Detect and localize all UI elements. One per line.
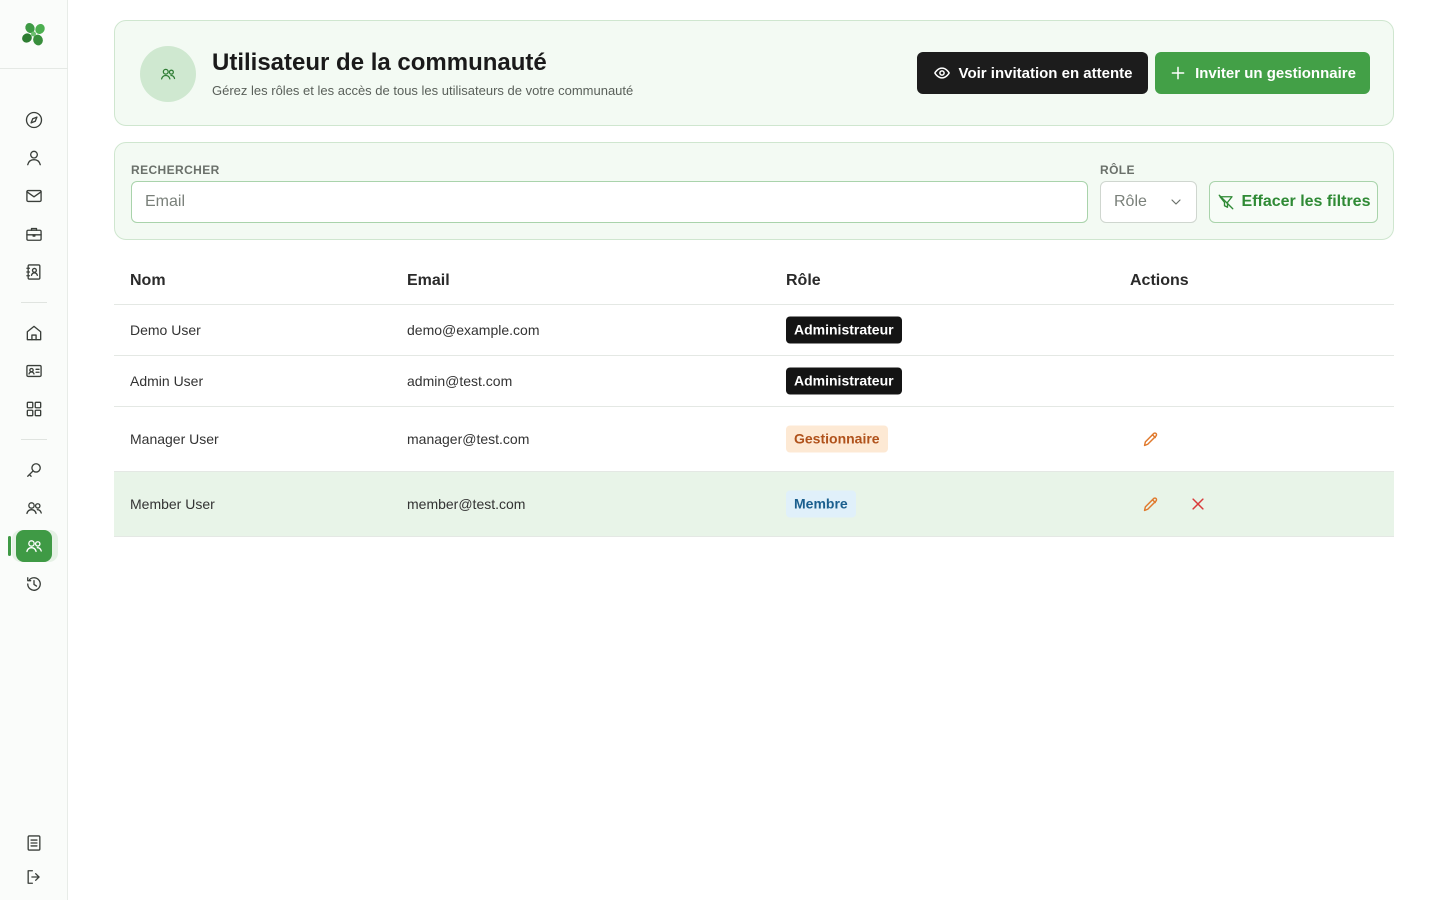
- remove-user-button[interactable]: [1187, 493, 1209, 515]
- sidebar-item-logout[interactable]: [14, 861, 54, 893]
- sidebar-item-history[interactable]: [14, 568, 54, 600]
- edit-icon: [1143, 496, 1157, 511]
- column-header-actions: Actions: [1130, 272, 1189, 289]
- invite-manager-button[interactable]: Inviter un gestionnaire: [1155, 52, 1370, 94]
- logout-icon: [27, 870, 40, 884]
- clear-filters-label: Effacer les filtres: [1241, 193, 1371, 210]
- sidebar-item-community-users[interactable]: [16, 530, 52, 562]
- role-badge: Administrateur: [786, 367, 902, 395]
- compass-icon: [25, 111, 43, 129]
- view-pending-invitations-button[interactable]: Voir invitation en attente: [917, 52, 1148, 94]
- user-icon: [27, 150, 41, 166]
- briefcase-icon: [26, 227, 42, 241]
- sidebar-active-indicator: [8, 536, 11, 556]
- history-icon: [27, 577, 41, 591]
- view-pending-label: Voir invitation en attente: [958, 64, 1133, 82]
- role-badge: Gestionnaire: [786, 425, 888, 453]
- role-label: RÔLE: [1100, 163, 1135, 177]
- contact-book-icon: [26, 264, 41, 280]
- table-row: Manager User manager@test.com Gestionnai…: [114, 407, 1394, 472]
- plus-icon: [1171, 66, 1185, 80]
- edit-user-button[interactable]: [1139, 493, 1161, 515]
- sidebar-item-members-card[interactable]: [14, 355, 54, 387]
- edit-user-button[interactable]: [1139, 428, 1161, 450]
- user-name: Manager User: [130, 431, 219, 447]
- invite-manager-label: Inviter un gestionnaire: [1195, 64, 1356, 82]
- users-icon: [26, 502, 42, 515]
- user-email: demo@example.com: [407, 322, 540, 338]
- sidebar-item-jobs[interactable]: [14, 218, 54, 250]
- sidebar-item-apps[interactable]: [14, 393, 54, 425]
- edit-icon: [1143, 431, 1157, 446]
- role-badge: Administrateur: [786, 316, 902, 344]
- sidebar-divider: [21, 439, 47, 440]
- page-title: Utilisateur de la communauté: [212, 49, 547, 76]
- id-card-icon: [26, 364, 42, 378]
- table-row: Admin User admin@test.com Administrateur: [114, 356, 1394, 407]
- clear-filters-button[interactable]: Effacer les filtres: [1209, 181, 1378, 223]
- role-select-value: Rôle: [1114, 193, 1147, 210]
- eye-icon: [933, 67, 950, 79]
- filter-off-icon: [1218, 194, 1233, 210]
- document-icon: [27, 835, 41, 851]
- logo-icon: [22, 22, 45, 46]
- user-name: Admin User: [130, 373, 204, 389]
- user-email: manager@test.com: [407, 431, 530, 447]
- search-label: RECHERCHER: [131, 163, 220, 177]
- sidebar-item-profile[interactable]: [14, 142, 54, 174]
- chevron-down-icon: [1171, 199, 1181, 205]
- mail-icon: [26, 189, 42, 203]
- column-header-role: Rôle: [786, 272, 821, 289]
- sidebar-item-access[interactable]: [14, 454, 54, 486]
- logo[interactable]: [18, 18, 50, 50]
- sidebar-item-explore[interactable]: [14, 104, 54, 136]
- user-email: admin@test.com: [407, 373, 513, 389]
- home-icon: [26, 325, 42, 341]
- sidebar-item-home[interactable]: [14, 317, 54, 349]
- page-subtitle: Gérez les rôles et les accès de tous les…: [212, 83, 634, 98]
- key-icon: [27, 463, 41, 477]
- header-users-icon: [140, 46, 196, 102]
- sidebar-item-contacts[interactable]: [14, 256, 54, 288]
- user-name: Demo User: [130, 322, 201, 338]
- sidebar-divider: [0, 68, 68, 69]
- role-select[interactable]: Rôle: [1100, 181, 1197, 223]
- sidebar-divider: [21, 302, 47, 303]
- sidebar-item-users[interactable]: [14, 492, 54, 524]
- table-row: Demo User demo@example.com Administrateu…: [114, 305, 1394, 356]
- user-email: member@test.com: [407, 496, 526, 512]
- search-input[interactable]: [131, 181, 1088, 223]
- close-icon: [1192, 498, 1204, 510]
- column-header-name: Nom: [130, 272, 166, 289]
- grid-icon: [26, 401, 42, 417]
- table-header: Nom Email Rôle Actions: [114, 256, 1394, 305]
- table-row: Member User member@test.com Membre: [114, 472, 1394, 537]
- role-badge: Membre: [786, 490, 856, 518]
- user-name: Member User: [130, 496, 215, 512]
- community-users-icon: [26, 540, 42, 553]
- filters-panel: RECHERCHER RÔLE Rôle Effacer les filtres: [114, 142, 1394, 240]
- sidebar-item-messages[interactable]: [14, 180, 54, 212]
- users-table: Nom Email Rôle Actions Demo User demo@ex…: [114, 256, 1394, 537]
- sidebar-item-documents[interactable]: [14, 827, 54, 859]
- sidebar: [0, 0, 68, 900]
- column-header-email: Email: [407, 272, 450, 289]
- page-header: Utilisateur de la communauté Gérez les r…: [114, 20, 1394, 126]
